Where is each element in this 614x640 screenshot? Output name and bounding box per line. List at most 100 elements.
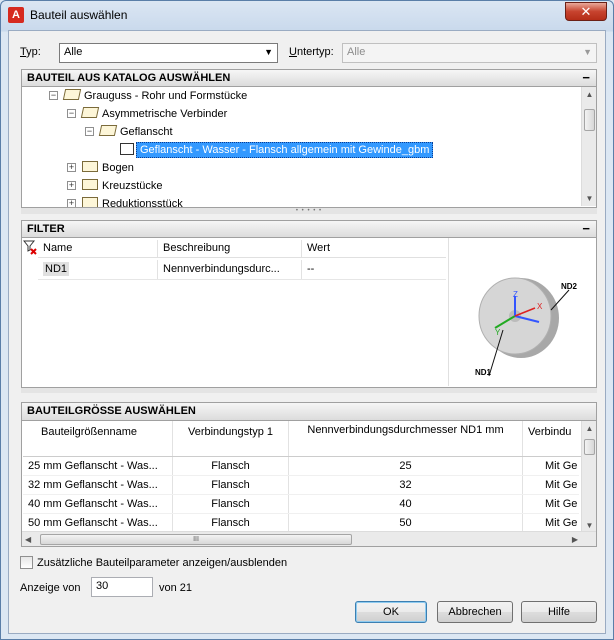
cell-typ: Flansch [173,457,289,475]
folder-open-icon [98,125,118,136]
chevron-down-icon: ▼ [583,47,592,57]
filter-col-name[interactable]: Name [38,240,158,257]
catalog-panel-header[interactable]: BAUTEIL AUS KATALOG AUSWÄHLEN − [21,69,597,87]
dialog-window: A Bauteil auswählen ✕ Typ: Alle ▼ Untert… [0,0,614,640]
size-grid[interactable]: Bauteilgrößenname Verbindungstyp 1 Nennv… [21,420,597,547]
dialog-client: Typ: Alle ▼ Untertyp: Alle ▼ BAUTEIL AUS… [8,30,606,634]
cell-name: 25 mm Geflanscht - Was... [23,457,173,475]
tree-item[interactable]: Reduktionsstück [82,195,183,207]
filter-row[interactable]: ND1 Nennverbindungsdurc... -- [38,260,446,280]
cell-verbindung: Mit Ge [545,517,578,529]
catalog-panel-title: BAUTEIL AUS KATALOG AUSWÄHLEN [27,72,231,84]
extra-params-label[interactable]: Zusätzliche Bauteilparameter anzeigen/au… [37,557,287,569]
hscroll-thumb[interactable]: III [40,534,352,545]
size-panel-header: BAUTEILGRÖSSE AUSWÄHLEN [21,402,597,420]
filter-cell-beschreibung: Nennverbindungsdurc... [158,260,302,279]
cell-verbindung: Mit Ge [545,498,578,510]
filter-col-wert[interactable]: Wert [302,240,446,257]
filter-grid-header: Name Beschreibung Wert [38,240,446,258]
extra-params-checkbox[interactable] [20,556,33,569]
tree-expander-icon[interactable]: + [67,199,76,207]
cell-nd: 25 [289,457,523,475]
folder-icon [82,197,98,207]
collapse-icon[interactable]: − [582,221,590,236]
untertyp-dropdown[interactable]: Alle ▼ [342,43,597,63]
cell-name: 40 mm Geflanscht - Was... [23,495,173,513]
flange-3d-preview [478,277,570,377]
filter-splitter-handle[interactable] [21,388,597,393]
size-col-nennverbindungsdurchmesser[interactable]: Nennverbindungsdurchmesser ND1 mm [289,421,523,456]
tree-item[interactable]: Bogen [82,159,134,177]
folder-open-icon [80,107,100,118]
size-col-verbindung[interactable]: Verbindu [523,421,581,456]
size-vscrollbar[interactable]: ▲ ▼ [581,421,596,533]
catalog-scrollbar[interactable]: ▲ ▼ [581,87,596,206]
scroll-left-icon[interactable]: ◀ [25,532,31,546]
filter-panel: Name Beschreibung Wert ND1 Nennverbindun… [21,238,597,388]
axis-x-label: X [537,302,543,311]
table-row[interactable]: 40 mm Geflanscht - Was... Flansch 40 Mit… [23,495,579,514]
typ-value: Alle [64,46,83,58]
folder-icon [82,161,98,172]
cell-name: 50 mm Geflanscht - Was... [23,514,173,532]
cell-nd: 40 [289,495,523,513]
scroll-down-icon[interactable]: ▼ [582,191,596,206]
anzeige-input[interactable]: 30 [91,577,153,597]
size-col-verbindungstyp[interactable]: Verbindungstyp 1 [173,421,289,456]
size-col-name[interactable]: Bauteilgrößenname [23,421,173,456]
cell-nd: 50 [289,514,523,532]
collapse-icon[interactable]: − [582,70,590,85]
nd2-label: ND2 [561,282,578,291]
untertyp-label: Untertyp: [289,46,334,58]
tree-expander-icon[interactable]: + [67,163,76,172]
filter-panel-title: FILTER [27,223,65,235]
close-button[interactable]: ✕ [565,2,607,21]
ok-button[interactable]: OK [355,601,427,623]
cell-typ: Flansch [173,495,289,513]
tree-item[interactable]: Kreuzstücke [82,177,163,195]
scroll-right-icon[interactable]: ▶ [572,532,578,546]
clear-filter-icon[interactable] [22,240,38,255]
tree-item[interactable]: Geflanscht [98,123,173,141]
folder-open-icon [62,89,82,100]
tree-expander-icon[interactable]: − [67,109,76,118]
hilfe-button[interactable]: Hilfe [521,601,597,623]
cell-verbindung: Mit Ge [545,460,578,472]
cell-name: 32 mm Geflanscht - Was... [23,476,173,494]
cell-typ: Flansch [173,514,289,532]
filter-cell-wert[interactable]: -- [302,260,446,279]
filter-panel-header[interactable]: FILTER − [21,220,597,238]
nd1-label: ND1 [475,368,492,377]
cell-verbindung: Mit Ge [545,479,578,491]
catalog-tree[interactable]: − Grauguss - Rohr und Formstücke − Asymm… [21,87,597,208]
untertyp-value: Alle [347,46,366,58]
scroll-up-icon[interactable]: ▲ [582,421,596,436]
table-row[interactable]: 32 mm Geflanscht - Was... Flansch 32 Mit… [23,476,579,495]
size-hscrollbar[interactable]: ◀ III ▶ [22,531,596,546]
scroll-thumb[interactable] [584,109,595,131]
autocad-app-icon: A [8,7,24,23]
tree-item-selected[interactable]: Geflanscht - Wasser - Flansch allgemein … [120,141,434,159]
table-row[interactable]: 25 mm Geflanscht - Was... Flansch 25 Mit… [23,457,579,476]
scroll-thumb[interactable] [584,439,595,455]
title-bar[interactable]: A Bauteil auswählen ✕ [1,1,613,29]
axis-y-label: Y [495,328,501,337]
tree-item[interactable]: Asymmetrische Verbinder [80,105,227,123]
cell-nd: 32 [289,476,523,494]
catalog-splitter-handle[interactable]: • • • • • [21,208,597,214]
filter-col-beschreibung[interactable]: Beschreibung [158,240,302,257]
abbrechen-button[interactable]: Abbrechen [437,601,513,623]
window-title: Bauteil auswählen [30,8,128,22]
tree-expander-icon[interactable]: − [49,91,58,100]
anzeige-suffix: von 21 [159,582,193,594]
cell-typ: Flansch [173,476,289,494]
axis-z-label: Z [513,290,518,299]
part-icon [120,143,134,155]
part-preview: ND2 ND1 Z X Y [448,238,596,386]
filter-cell-name: ND1 [38,260,158,279]
tree-item[interactable]: Grauguss - Rohr und Formstücke [62,87,247,105]
tree-expander-icon[interactable]: − [85,127,94,136]
tree-expander-icon[interactable]: + [67,181,76,190]
scroll-up-icon[interactable]: ▲ [582,87,596,102]
typ-dropdown[interactable]: Alle ▼ [59,43,278,63]
